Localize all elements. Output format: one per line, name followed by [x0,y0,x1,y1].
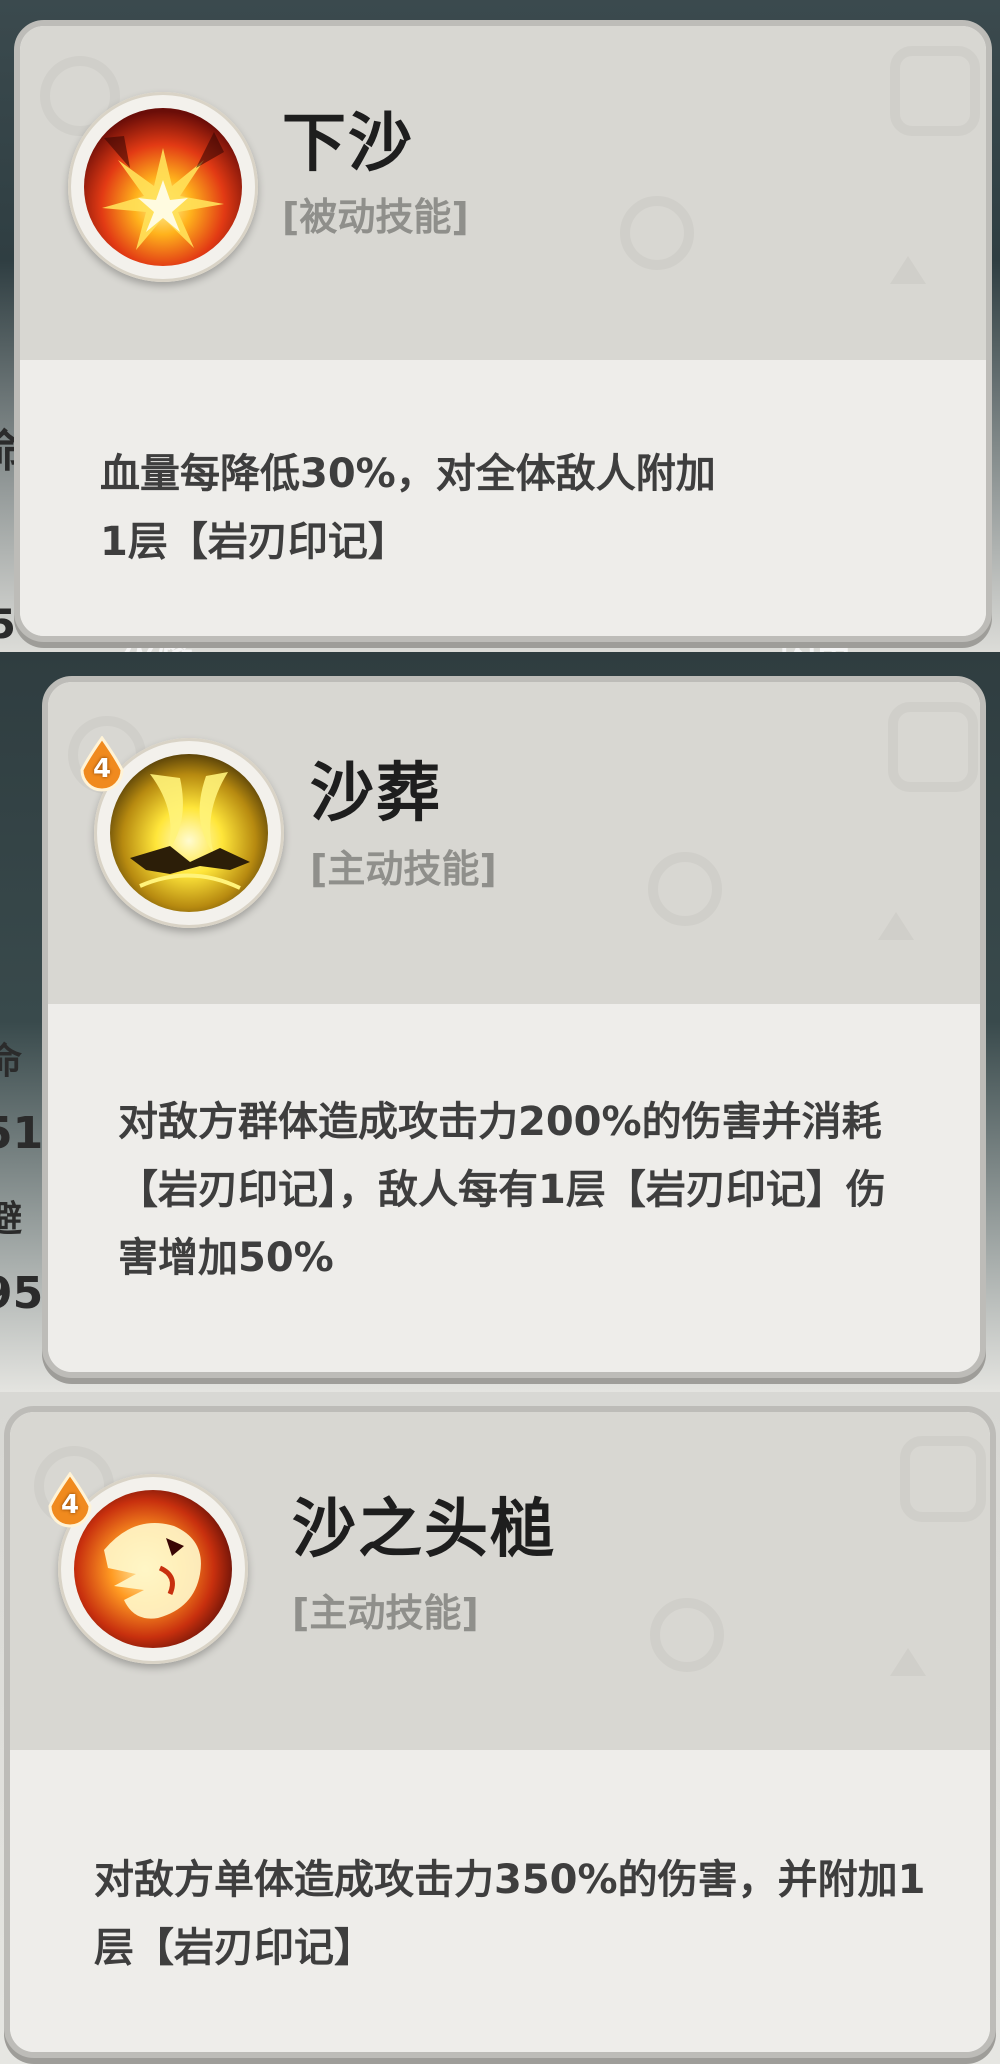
skill-name: 沙之头槌 [292,1493,556,1567]
fire-explosion-icon [84,108,242,266]
skill-type: [被动技能] [282,195,469,239]
background-stat-fragment: 51 [0,1108,44,1159]
energy-cost-value: 4 [60,1490,80,1520]
skill-description: 对敌方群体造成攻击力200%的伤害并消耗【岩刃印记】，敌人每有1层【岩刃印记】伤… [118,1099,886,1281]
energy-cost-badge: 4 [40,1471,100,1532]
decor-triangle [890,1648,926,1676]
decor-swirl [620,196,694,270]
decor-triangle [878,912,914,940]
skill-card-xiasha: 下沙 [被动技能] 血量每降低30%，对全体敌人附加1层【岩刃印记】 [14,20,992,642]
screenshot-section-1: 命 5 火焰 闪电 [0,0,1000,652]
screenshot-section-2: 命 51 避 95 [0,652,1000,1392]
skill-name: 下沙 [282,107,414,181]
decor-swirl [650,1598,724,1672]
skill-card-shazang: 4 沙葬 [主动技能] 对敌方群体造成攻击力200%的伤害并消耗【岩刃印记】，敌… [42,676,986,1378]
skill-icon-frame[interactable] [68,92,258,282]
screenshot-section-3: 4 沙之头槌 [主动技能] 对敌方单体造成攻击力350%的伤害，并附加1层【岩刃… [0,1392,1000,2064]
skill-type: [主动技能] [292,1591,479,1635]
skill-type: [主动技能] [310,847,497,891]
background-stat-fragment: 95 [0,1268,44,1319]
decor-swirl [900,1436,986,1522]
skill-name: 沙葬 [310,757,442,831]
decor-swirl [888,702,978,792]
sand-burst-icon [110,754,268,912]
skill-description: 对敌方单体造成攻击力350%的伤害，并附加1层【岩刃印记】 [94,1857,926,1971]
energy-cost-value: 4 [92,754,112,784]
decor-swirl [890,46,980,136]
skill-card-shazhitouchui: 4 沙之头槌 [主动技能] 对敌方单体造成攻击力350%的伤害，并附加1层【岩刃… [4,1406,996,2058]
energy-cost-badge: 4 [72,735,132,796]
decor-swirl [648,852,722,926]
background-stat-fragment: 命 [0,1041,23,1082]
skill-description: 血量每降低30%，对全体敌人附加1层【岩刃印记】 [100,451,716,565]
decor-triangle [890,256,926,284]
background-stat-fragment: 避 [0,1199,23,1240]
